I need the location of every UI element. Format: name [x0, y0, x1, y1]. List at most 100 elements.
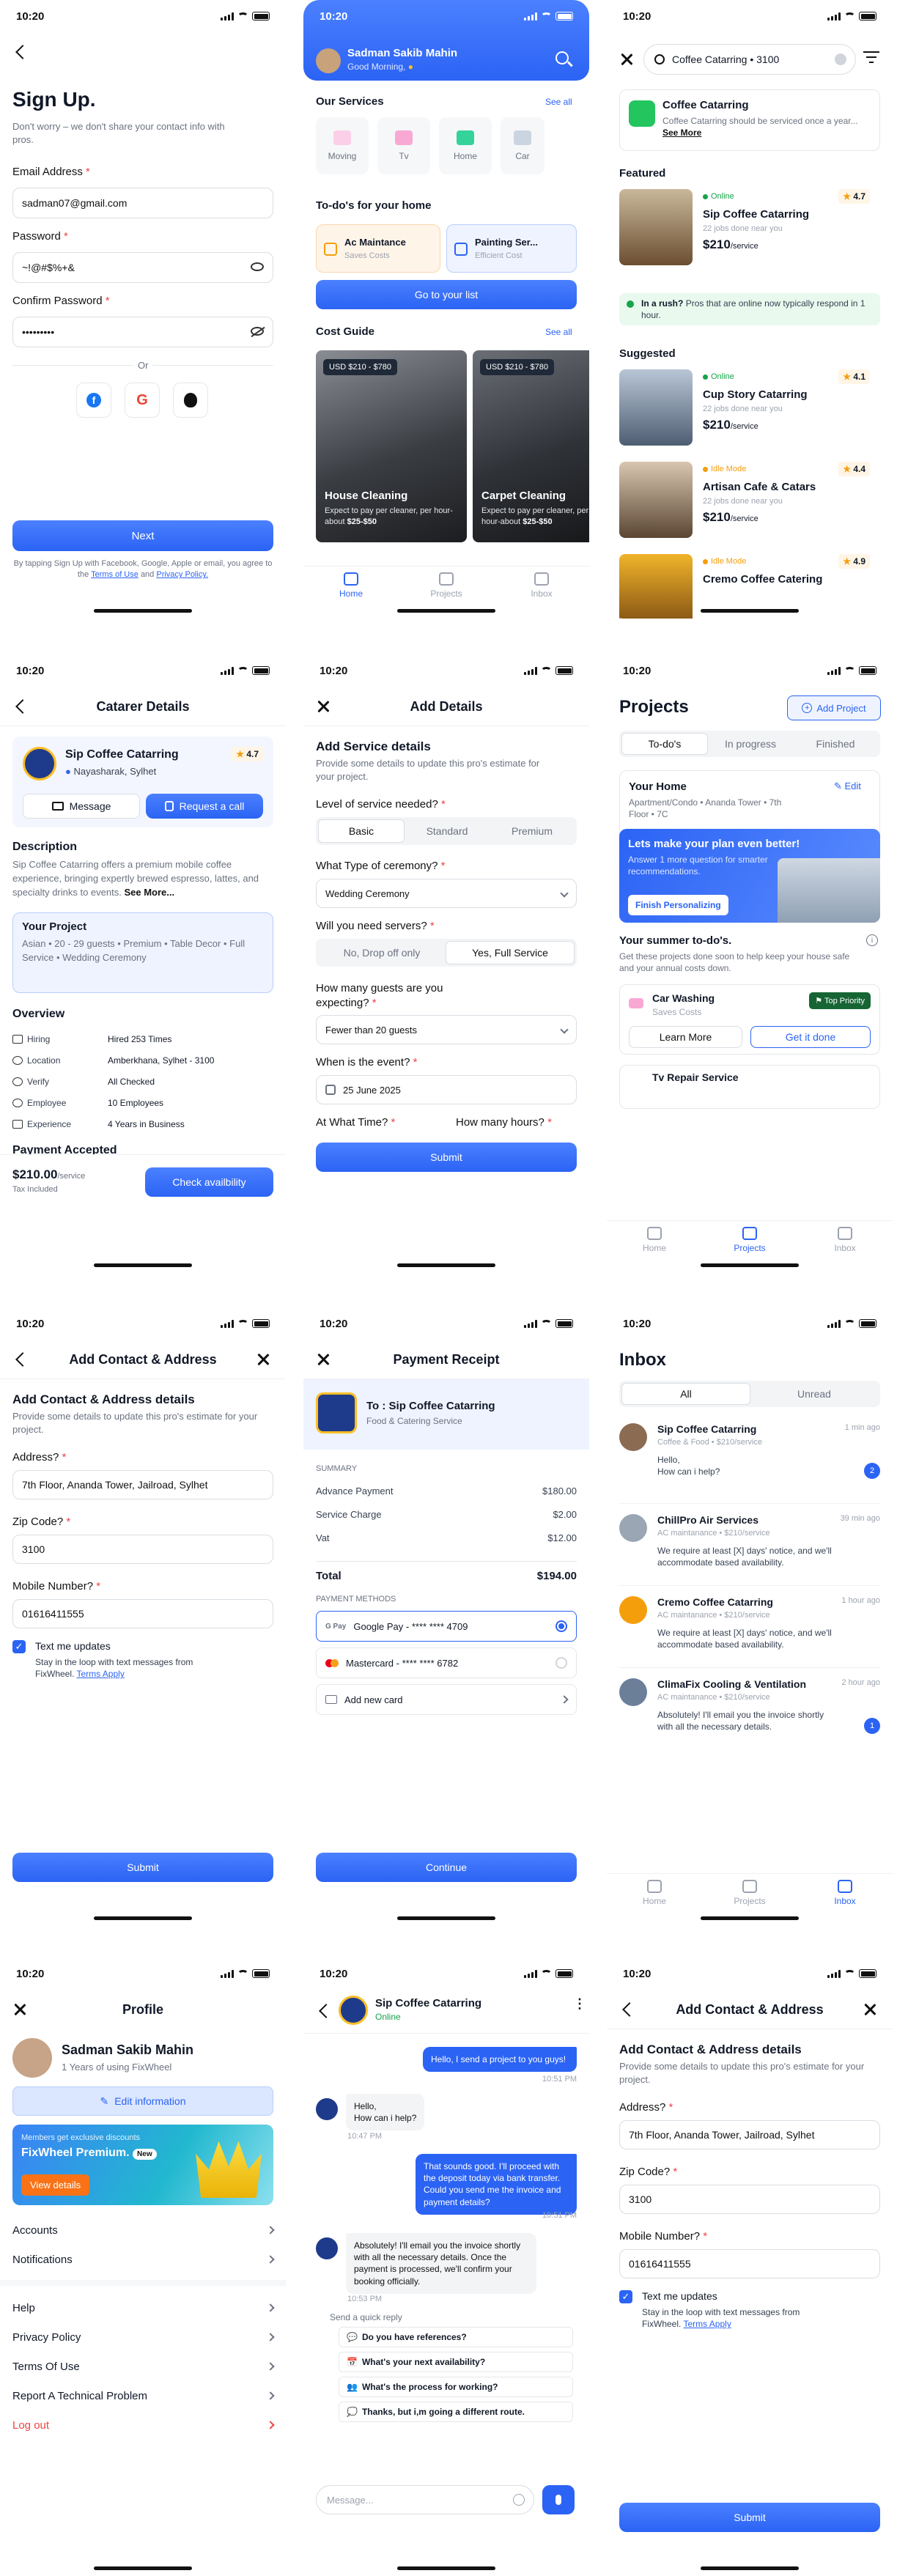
go-to-list-button[interactable]: Go to your list: [316, 280, 577, 309]
service-home[interactable]: Home: [439, 117, 492, 174]
service-car[interactable]: Car: [501, 117, 545, 174]
email-field[interactable]: sadman07@gmail.com: [12, 188, 273, 218]
zip-field[interactable]: 3100: [619, 2185, 880, 2214]
date-field[interactable]: 25 June 2025: [316, 1075, 577, 1104]
address-field[interactable]: 7th Floor, Ananda Tower, Jailroad, Sylhe…: [619, 2120, 880, 2149]
submit-button[interactable]: Submit: [316, 1143, 577, 1172]
continue-button[interactable]: Continue: [316, 1853, 577, 1882]
card-google-pay[interactable]: G Pay Google Pay - **** **** 4709: [316, 1611, 577, 1642]
conversation-item[interactable]: ClimaFix Cooling & Ventilation 2 hour ag…: [619, 1677, 880, 1750]
google-button[interactable]: G: [125, 383, 160, 418]
check-availability-button[interactable]: Check availbility: [145, 1167, 273, 1197]
menu-privacy[interactable]: Privacy Policy: [12, 2322, 275, 2352]
close-icon[interactable]: [620, 53, 633, 66]
menu-accounts[interactable]: Accounts: [12, 2215, 275, 2245]
level-basic[interactable]: Basic: [318, 819, 405, 843]
terms-link[interactable]: Terms Apply: [76, 1669, 124, 1679]
eye-icon[interactable]: [251, 262, 264, 271]
add-project-button[interactable]: + Add Project: [787, 695, 881, 720]
listing-card[interactable]: Online ★ 4.7 Sip Coffee Catarring 22 job…: [619, 189, 880, 270]
emoji-icon[interactable]: [513, 2494, 525, 2506]
tab-inbox[interactable]: Inbox: [816, 1227, 874, 1273]
edit-information-button[interactable]: ✎ Edit information: [12, 2086, 273, 2116]
info-icon[interactable]: i: [866, 934, 878, 946]
menu-terms[interactable]: Terms Of Use: [12, 2352, 275, 2381]
service-moving[interactable]: Moving: [316, 117, 369, 174]
privacy-link[interactable]: Privacy Policy.: [156, 570, 208, 579]
get-it-done-button[interactable]: Get it done: [750, 1026, 871, 1048]
service-tv[interactable]: Tv: [377, 117, 430, 174]
menu-help[interactable]: Help: [12, 2293, 275, 2322]
menu-notifications[interactable]: Notifications: [12, 2245, 275, 2274]
todo-card-ac[interactable]: Ac Maintance Saves Costs: [316, 224, 440, 273]
zip-field[interactable]: 3100: [12, 1535, 273, 1564]
guests-select[interactable]: Fewer than 20 guests: [316, 1015, 577, 1044]
confirm-password-field[interactable]: •••••••••: [12, 317, 273, 347]
address-field[interactable]: 7th Floor, Ananda Tower, Jailroad, Sylhe…: [12, 1470, 273, 1499]
submit-button[interactable]: Submit: [12, 1853, 273, 1882]
servers-no[interactable]: No, Drop off only: [318, 941, 446, 964]
quick-reply[interactable]: 💬 Do you have references?: [339, 2327, 573, 2347]
menu-report[interactable]: Report A Technical Problem: [12, 2381, 275, 2410]
listing-card[interactable]: Idle Mode ★ 4.4 Artisan Cafe & Catars 22…: [619, 462, 880, 542]
close-icon[interactable]: [256, 1353, 270, 1366]
mic-button[interactable]: [542, 2485, 575, 2514]
apple-button[interactable]: [173, 383, 208, 418]
text-updates-checkbox[interactable]: ✓: [12, 1640, 26, 1653]
tab-home[interactable]: Home: [625, 1227, 684, 1273]
tab-in-progress[interactable]: In progress: [708, 733, 793, 755]
tab-all[interactable]: All: [621, 1383, 750, 1405]
quick-reply[interactable]: 👥 What's the process for working?: [339, 2377, 573, 2397]
back-icon[interactable]: [15, 45, 30, 59]
quick-reply[interactable]: 💭 Thanks, but i,m going a different route…: [339, 2402, 573, 2422]
cost-card-carpet[interactable]: USD $210 - $780 Carpet Cleaning Expect t…: [473, 350, 589, 542]
view-details-button[interactable]: View details: [21, 2174, 90, 2196]
tab-unread[interactable]: Unread: [750, 1383, 878, 1405]
todo-card-painting[interactable]: Painting Ser... Efficient Cost: [446, 224, 577, 273]
quick-reply[interactable]: 📅 What's your next availability?: [339, 2352, 573, 2372]
message-button[interactable]: Message: [23, 794, 140, 819]
tab-inbox[interactable]: Inbox: [512, 572, 571, 619]
menu-logout[interactable]: Log out: [12, 2410, 275, 2440]
facebook-button[interactable]: f: [76, 383, 111, 418]
tab-finished[interactable]: Finished: [793, 733, 878, 755]
message-input[interactable]: Message...: [316, 2485, 534, 2514]
mobile-field[interactable]: 01616411555: [619, 2249, 880, 2278]
finish-personalizing-button[interactable]: Finish Personalizing: [628, 895, 728, 915]
level-standard[interactable]: Standard: [405, 819, 490, 843]
tab-todos[interactable]: To-do's: [621, 733, 708, 755]
see-more-link[interactable]: See More...: [124, 887, 174, 898]
conversation-item[interactable]: Sip Coffee Catarring 1 min ago Coffee & …: [619, 1422, 880, 1504]
search-input[interactable]: Coffee Catarring • 3100: [643, 44, 856, 75]
servers-yes[interactable]: Yes, Full Service: [446, 941, 575, 964]
request-call-button[interactable]: Request a call: [146, 794, 263, 819]
submit-button[interactable]: Submit: [619, 2503, 880, 2532]
see-all-costs[interactable]: See all: [545, 327, 572, 337]
ceremony-select[interactable]: Wedding Ceremony: [316, 879, 577, 908]
next-button[interactable]: Next: [12, 520, 273, 551]
tab-home[interactable]: Home: [322, 572, 380, 619]
tab-inbox[interactable]: Inbox: [816, 1880, 874, 1926]
edit-link[interactable]: ✎ Edit: [834, 780, 861, 792]
learn-more-button[interactable]: Learn More: [629, 1026, 742, 1048]
radio-selected[interactable]: [555, 1620, 567, 1632]
see-all-services[interactable]: See all: [545, 97, 572, 107]
level-premium[interactable]: Premium: [490, 819, 575, 843]
conversation-item[interactable]: Cremo Coffee Catarring 1 hour ago AC mai…: [619, 1595, 880, 1668]
password-field[interactable]: ~!@#$%+&: [12, 252, 273, 283]
back-icon[interactable]: [319, 2004, 333, 2018]
cost-card-house[interactable]: USD $210 - $780 House Cleaning Expect to…: [316, 350, 467, 542]
close-icon[interactable]: [863, 2003, 876, 2016]
filter-icon[interactable]: [863, 51, 879, 63]
tab-home[interactable]: Home: [625, 1880, 684, 1926]
mobile-field[interactable]: 01616411555: [12, 1599, 273, 1628]
add-card-row[interactable]: Add new card: [316, 1684, 577, 1715]
card-mastercard[interactable]: Mastercard - **** **** 6782: [316, 1647, 577, 1678]
conversation-item[interactable]: ChillPro Air Services 39 min ago AC main…: [619, 1513, 880, 1586]
see-more-link[interactable]: See More: [662, 128, 701, 138]
listing-card[interactable]: Online ★ 4.1 Cup Story Catarring 22 jobs…: [619, 369, 880, 450]
radio-unselected[interactable]: [555, 1657, 567, 1669]
terms-link[interactable]: Terms Apply: [683, 2319, 731, 2329]
terms-link[interactable]: Terms of Use: [91, 570, 139, 579]
clear-icon[interactable]: [835, 53, 846, 65]
